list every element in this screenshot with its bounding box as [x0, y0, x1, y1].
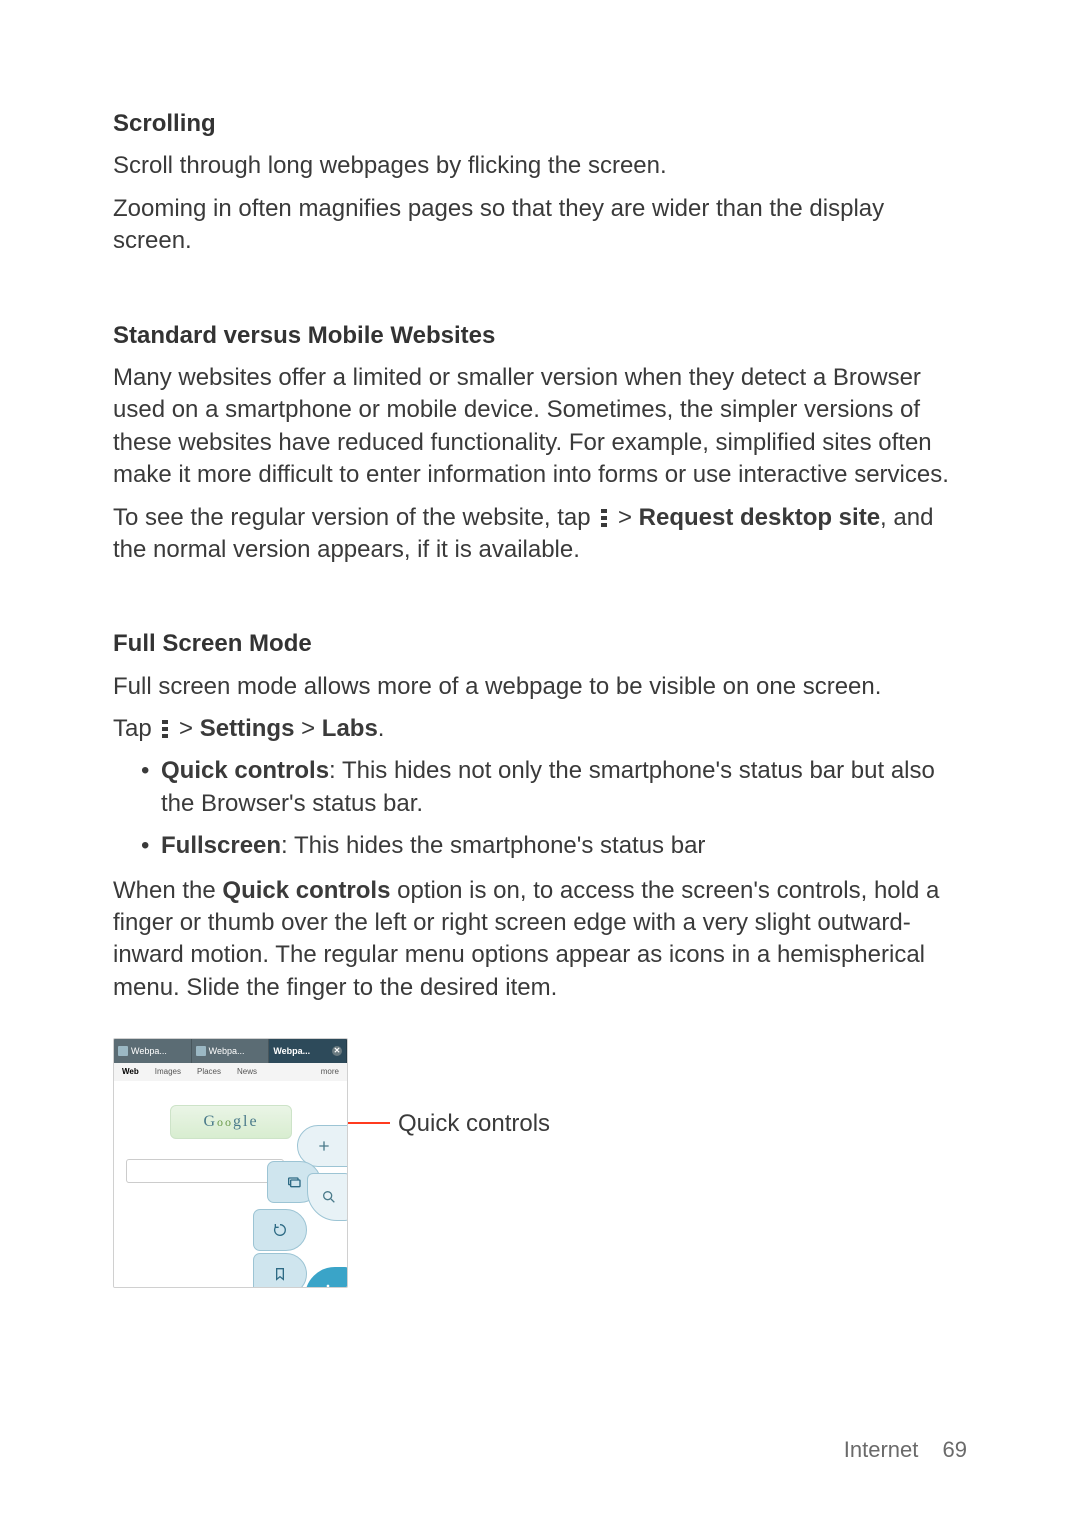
para: Full screen mode allows more of a webpag… [113, 671, 967, 703]
text-bold: Request desktop site [639, 504, 880, 531]
text: . [378, 715, 385, 742]
para: When the Quick controls option is on, to… [113, 875, 967, 1005]
browser-tab-active: Webpa... ✕ [269, 1039, 347, 1063]
text: To see the regular version of the websit… [113, 504, 597, 531]
bullet-list: Quick controls: This hides not only the … [113, 755, 967, 862]
quick-controls-fan: 3 [191, 1125, 348, 1288]
text-bold: Fullscreen [161, 832, 281, 859]
search-box [126, 1159, 284, 1183]
text-bold: Quick controls [222, 877, 390, 904]
tab-label: Webpa... [131, 1045, 167, 1057]
text: Tap [113, 715, 158, 742]
text: > [172, 715, 199, 742]
list-item: Fullscreen: This hides the smartphone's … [161, 830, 967, 862]
list-item: Quick controls: This hides not only the … [161, 755, 967, 820]
heading-standard-vs-mobile: Standard versus Mobile Websites [113, 320, 967, 352]
nav-item: News [229, 1067, 265, 1078]
para: Zooming in often magnifies pages so that… [113, 193, 967, 258]
callout-label: Quick controls [398, 1108, 550, 1140]
text: : This hides the smartphone's status bar [281, 832, 705, 859]
tab-label: Webpa... [273, 1045, 310, 1057]
para: Many websites offer a limited or smaller… [113, 362, 967, 492]
footer-section: Internet [844, 1437, 919, 1462]
para: To see the regular version of the websit… [113, 502, 967, 567]
page-number: 69 [943, 1437, 967, 1462]
heading-scrolling: Scrolling [113, 108, 967, 140]
quick-control-new-tab-icon [297, 1125, 348, 1167]
browser-tab: Webpa... [192, 1039, 270, 1063]
text: > [294, 715, 321, 742]
nav-item: Images [147, 1067, 189, 1078]
text-bold: Quick controls [161, 757, 329, 784]
overflow-menu-icon [599, 509, 609, 527]
nav-item: Web [114, 1067, 147, 1078]
figure-quick-controls: Webpa... Webpa... Webpa... ✕ Web Images … [113, 1038, 967, 1288]
browser-tabs: Webpa... Webpa... Webpa... ✕ [114, 1039, 347, 1063]
quick-control-bookmark-icon [253, 1253, 307, 1288]
google-logo: Google [170, 1105, 292, 1139]
close-icon: ✕ [332, 1046, 342, 1056]
quick-control-refresh-icon [253, 1209, 307, 1251]
para: Scroll through long webpages by flicking… [113, 150, 967, 182]
tab-count-badge: 3 [313, 1188, 318, 1200]
callout-leader-line [346, 1122, 390, 1124]
nav-item: Places [189, 1067, 229, 1078]
google-nav: Web Images Places News more [114, 1063, 347, 1081]
browser-tab: Webpa... [114, 1039, 192, 1063]
tab-label: Webpa... [209, 1045, 245, 1057]
overflow-menu-icon [160, 720, 170, 738]
screenshot: Webpa... Webpa... Webpa... ✕ Web Images … [113, 1038, 348, 1288]
quick-control-search-icon [307, 1173, 348, 1221]
text-bold: Labs [322, 715, 378, 742]
page-content: Google 3 [114, 1081, 347, 1287]
favicon-icon [196, 1046, 206, 1056]
text-bold: Settings [200, 715, 295, 742]
favicon-icon [118, 1046, 128, 1056]
text: > [611, 504, 638, 531]
page-footer: Internet 69 [844, 1435, 967, 1465]
nav-more: more [313, 1067, 347, 1078]
quick-control-more-icon [305, 1267, 348, 1288]
para: Tap > Settings > Labs. [113, 713, 967, 745]
heading-fullscreen: Full Screen Mode [113, 628, 967, 660]
text: When the [113, 877, 222, 904]
